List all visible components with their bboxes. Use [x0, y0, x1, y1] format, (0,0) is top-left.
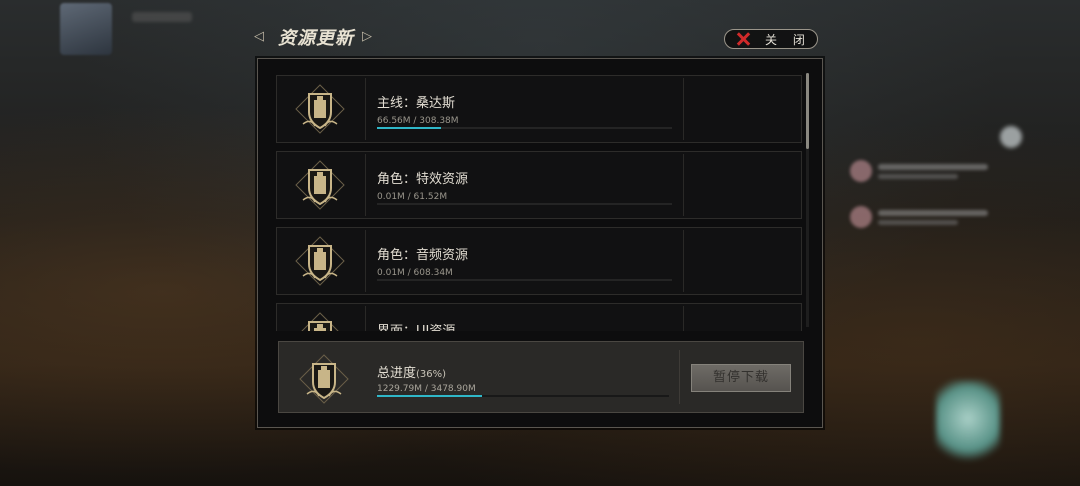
download-size: 66.56M / 308.38M — [377, 116, 459, 126]
background-chat-entry — [848, 202, 1008, 232]
download-progress-bar — [377, 279, 672, 281]
close-button[interactable]: 关 闭 — [724, 29, 818, 49]
download-size: 0.01M / 61.52M — [377, 192, 448, 202]
emblem-icon — [295, 312, 345, 331]
divider — [683, 306, 684, 331]
download-name: 角色：音频资源 — [377, 248, 469, 263]
divider — [365, 78, 366, 140]
scrollbar[interactable] — [806, 73, 809, 327]
divider — [365, 306, 366, 331]
close-label: 关 闭 — [765, 32, 811, 47]
download-progress-fill — [377, 127, 441, 129]
download-progress-bar — [377, 203, 672, 205]
download-name: 主线：桑达斯 — [377, 96, 456, 111]
download-item: 主线：桑达斯 66.56M / 308.38M — [276, 75, 802, 143]
arrow-left-icon: ◁ — [254, 29, 264, 44]
background-avatar — [60, 3, 112, 55]
background-light — [1000, 126, 1022, 148]
scrollbar-thumb[interactable] — [806, 73, 809, 149]
emblem-icon — [299, 354, 349, 404]
download-item: 角色：音频资源 0.01M / 608.34M — [276, 227, 802, 295]
download-name: 界面：UI资源 — [377, 320, 455, 331]
emblem-icon — [295, 236, 345, 286]
divider — [683, 230, 684, 292]
download-progress-bar — [377, 127, 672, 129]
background-chat-entry — [848, 156, 1008, 186]
resource-update-panel: 主线：桑达斯 66.56M / 308.38M 角色：特效资源 0.01M / 61.… — [257, 58, 823, 428]
total-progress-label: 总进度(36%) — [377, 362, 446, 381]
total-size: 1229.79M / 3478.90M — [377, 384, 476, 394]
total-progress-bar — [377, 395, 669, 397]
total-progress-fill — [377, 395, 483, 397]
download-list[interactable]: 主线：桑达斯 66.56M / 308.38M 角色：特效资源 0.01M / 61.… — [276, 75, 802, 331]
divider — [365, 154, 366, 216]
total-label-text: 总进度 — [377, 366, 417, 381]
total-percent: (36%) — [416, 369, 447, 380]
page-title: 资源更新 — [278, 28, 354, 49]
download-item: 界面：UI资源 — [276, 303, 802, 331]
download-name: 角色：特效资源 — [377, 172, 469, 187]
download-size: 0.01M / 608.34M — [377, 268, 453, 278]
close-icon — [735, 31, 751, 47]
divider — [679, 350, 680, 404]
pause-download-button[interactable]: 暂停下载 — [691, 364, 791, 392]
divider — [683, 78, 684, 140]
background-player-name — [132, 12, 192, 22]
total-progress-row: 总进度(36%) 1229.79M / 3478.90M 暂停下载 — [278, 341, 804, 413]
download-item: 角色：特效资源 0.01M / 61.52M — [276, 151, 802, 219]
background-emblem — [936, 380, 1000, 466]
emblem-icon — [295, 160, 345, 210]
arrow-right-icon: ▷ — [362, 29, 372, 44]
divider — [683, 154, 684, 216]
divider — [365, 230, 366, 292]
emblem-icon — [295, 84, 345, 134]
